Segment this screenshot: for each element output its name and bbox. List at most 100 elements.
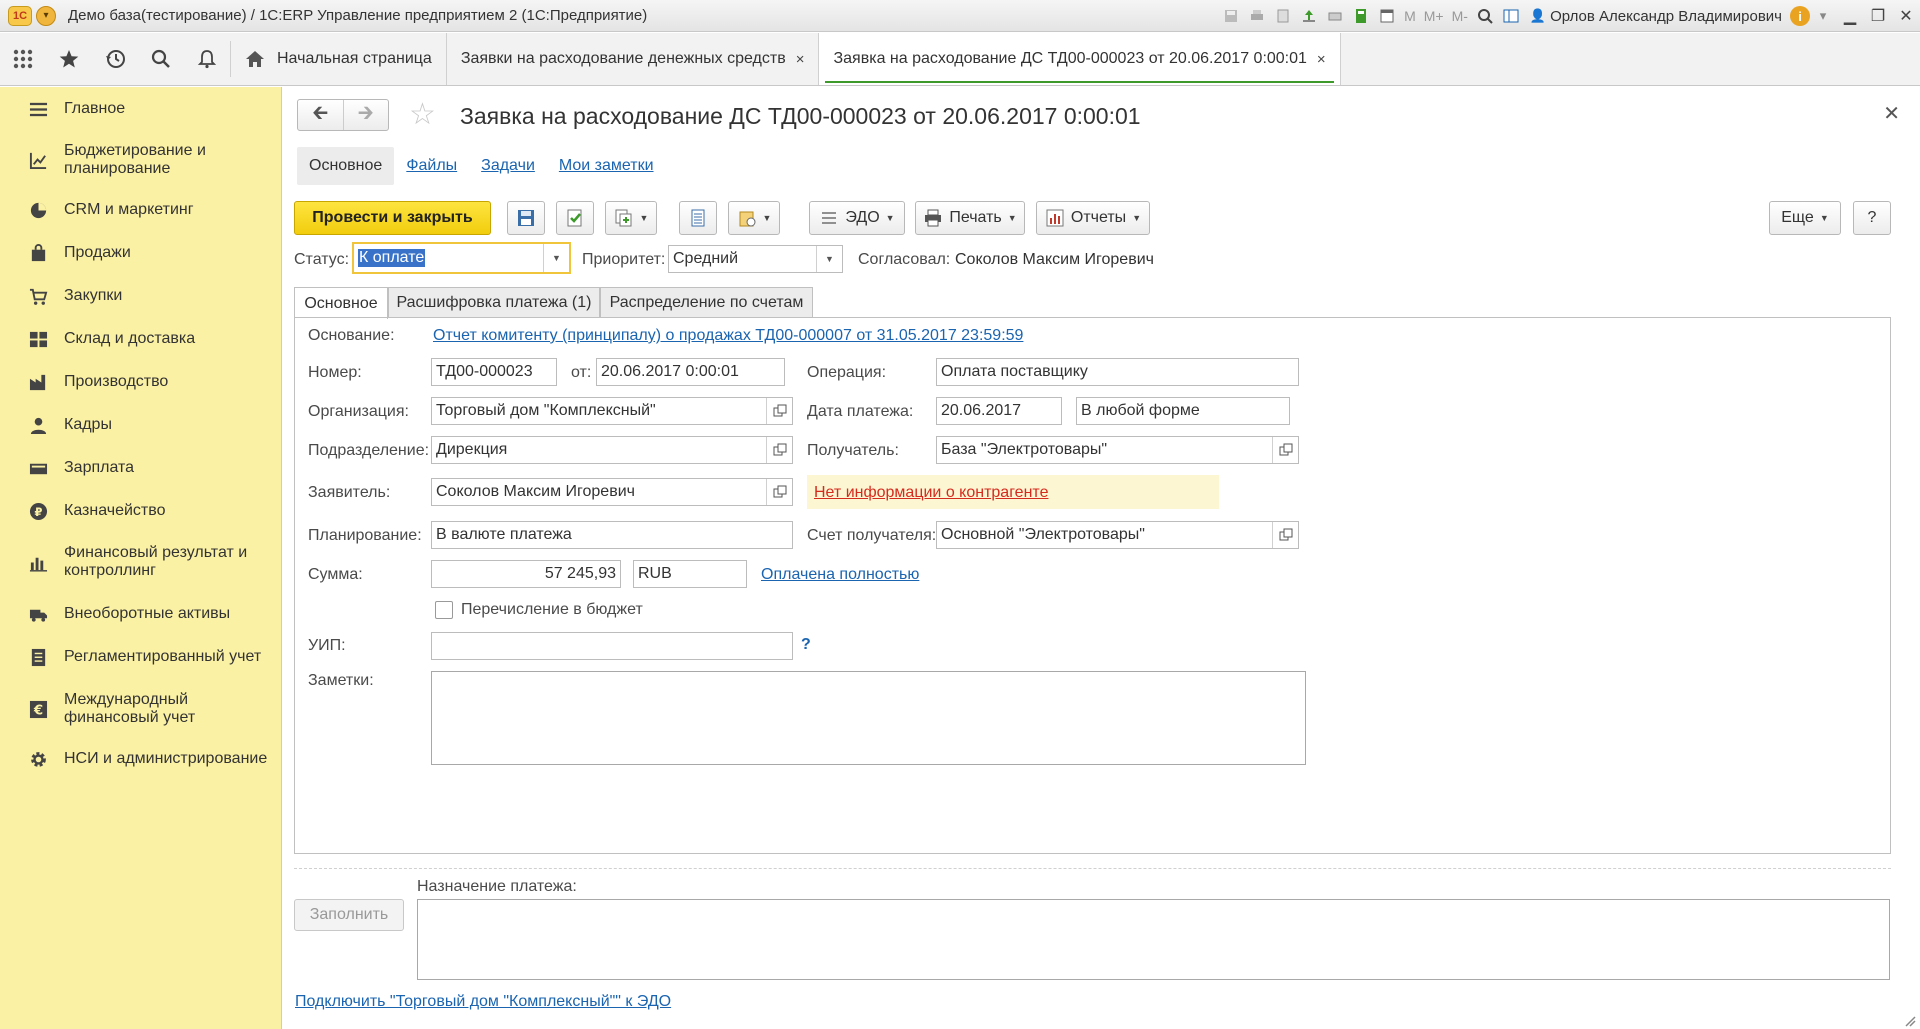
sidebar-item-fixed-assets[interactable]: Внеоборотные активы [0,604,230,624]
sidebar-item-treasury[interactable]: ₽ Казначейство [0,501,165,521]
tab-close-icon[interactable]: × [796,51,805,68]
apps-grid-button[interactable] [0,33,46,85]
uip-field[interactable] [431,632,793,660]
print-menu-button[interactable]: Печать ▼ [915,201,1025,235]
paydate-field[interactable]: 20.06.2017 [936,397,1062,425]
formtab-payment-details[interactable]: Расшифровка платежа (1) [388,287,600,318]
tab-close-icon[interactable]: × [1317,51,1326,68]
memory-minus-button[interactable]: M- [1452,8,1468,24]
current-user[interactable]: 👤 Орлов Александр Владимирович [1530,8,1782,25]
sidebar-item-salary[interactable]: Зарплата [0,458,134,478]
sidebar-item-crm[interactable]: CRM и маркетинг [0,200,194,220]
journal-button[interactable] [679,201,717,235]
priority-select[interactable]: Средний ▼ [668,245,843,273]
payform-field[interactable]: В любой форме [1076,397,1290,425]
preview-icon[interactable] [1273,6,1293,26]
help-button[interactable]: ? [1853,201,1891,235]
close-window-button[interactable]: ✕ [1892,6,1920,26]
attach-button[interactable]: ▼ [728,201,780,235]
sidebar-item-budgeting[interactable]: Бюджетирование и планирование [0,141,234,179]
sum-field[interactable]: 57 245,93 [431,560,621,588]
save-button[interactable] [507,201,545,235]
help-icon[interactable]: i [1790,6,1810,26]
calculator-icon[interactable] [1351,6,1371,26]
sidebar-item-hr[interactable]: Кадры [0,415,112,435]
sidebar-item-warehouse[interactable]: Склад и доставка [0,329,195,349]
memory-m-button[interactable]: M [1404,8,1416,24]
date-field[interactable]: 20.06.2017 0:00:01 [596,358,785,386]
subtab-tasks[interactable]: Задачи [469,147,547,185]
number-field[interactable]: ТД00-000023 [431,358,557,386]
reports-menu-button[interactable]: Отчеты ▼ [1036,201,1150,235]
sidebar-item-regulated[interactable]: Регламентированный учет [0,647,261,667]
open-icon[interactable] [1272,437,1298,463]
currency-field[interactable]: RUB [633,560,747,588]
calendar-icon[interactable] [1377,6,1397,26]
sidebar-item-fin-results[interactable]: Финансовый результат и контроллинг [0,543,254,581]
panels-icon[interactable] [1501,6,1521,26]
restore-button[interactable]: ❐ [1864,6,1892,26]
budget-transfer-checkbox[interactable] [435,601,453,619]
sidebar-item-production[interactable]: Производство [0,372,168,392]
post-and-close-button[interactable]: Провести и закрыть [294,201,491,235]
operation-field[interactable]: Оплата поставщику [936,358,1299,386]
open-icon[interactable] [1272,522,1298,548]
resize-handle-icon[interactable] [1904,1015,1916,1027]
subtab-files[interactable]: Файлы [394,147,469,185]
memory-plus-button[interactable]: M+ [1424,8,1444,24]
paid-fully-link[interactable]: Оплачена полностью [761,566,919,584]
close-form-icon[interactable]: ✕ [1883,101,1900,126]
open-icon[interactable] [766,437,792,463]
sidebar-item-purchases[interactable]: Закупки [0,286,122,306]
no-counterparty-info-link[interactable]: Нет информации о контрагенте [814,484,1048,502]
formtab-account-distribution[interactable]: Распределение по счетам [600,287,813,318]
minimize-button[interactable]: ▁ [1836,6,1864,26]
status-select[interactable]: К оплате ▼ [352,242,571,274]
basis-link[interactable]: Отчет комитенту (принципалу) о продажах … [433,327,1023,345]
scanner-icon[interactable] [1325,6,1345,26]
account-field[interactable]: Основной "Электротовары" [936,521,1299,549]
tab-home[interactable]: Начальная страница [231,33,447,85]
notes-textarea[interactable] [431,671,1306,765]
history-icon[interactable] [92,33,138,85]
uip-help-icon[interactable]: ? [801,636,811,654]
formtab-main[interactable]: Основное [294,287,388,319]
tab-request-document[interactable]: Заявка на расходование ДС ТД00-000023 от… [819,33,1341,85]
sidebar-item-sales[interactable]: Продажи [0,243,131,263]
save-icon[interactable] [1221,6,1241,26]
chevron-down-icon[interactable]: ▼ [816,246,842,272]
tab-requests-list[interactable]: Заявки на расходование денежных средств … [447,33,820,85]
notifications-bell-icon[interactable] [184,33,230,85]
open-icon[interactable] [766,398,792,424]
fill-button[interactable]: Заполнить [294,899,404,931]
print-icon[interactable] [1247,6,1267,26]
department-field[interactable]: Дирекция [431,436,793,464]
upload-icon[interactable] [1299,6,1319,26]
search-icon[interactable] [138,33,184,85]
chevron-down-icon[interactable]: ▼ [543,244,569,272]
edo-menu-button[interactable]: ЭДО ▼ [809,201,905,235]
main-menu-button[interactable]: ▾ [36,5,56,26]
zoom-icon[interactable] [1475,6,1495,26]
sidebar-item-admin[interactable]: НСИ и администрирование [0,749,267,769]
planning-field[interactable]: В валюте платежа [431,521,793,549]
recipient-field[interactable]: База "Электротовары" [936,436,1299,464]
organization-field[interactable]: Торговый дом "Комплексный" [431,397,793,425]
forward-arrow-icon[interactable]: 🡲 [342,100,389,130]
open-icon[interactable] [766,479,792,505]
favorites-star-icon[interactable] [46,33,92,85]
subtab-notes[interactable]: Мои заметки [547,147,666,185]
post-button[interactable] [556,201,594,235]
purpose-textarea[interactable] [417,899,1890,980]
more-menu-button[interactable]: Еще ▼ [1769,201,1841,235]
favorite-star-icon[interactable]: ☆ [409,100,436,130]
connect-edo-link[interactable]: Подключить "Торговый дом "Комплексный"" … [295,993,671,1011]
create-based-on-button[interactable]: ▼ [605,201,657,235]
sidebar-item-main[interactable]: Главное [0,99,125,119]
applicant-field[interactable]: Соколов Максим Игоревич [431,478,793,506]
subtab-main[interactable]: Основное [297,147,395,185]
back-arrow-icon[interactable]: 🡰 [298,100,343,130]
history-navigation: 🡰 🡲 [297,99,389,131]
help-dropdown-icon[interactable]: ▾ [1813,6,1833,26]
sidebar-item-ifrs[interactable]: € Международный финансовый учет [0,690,234,728]
